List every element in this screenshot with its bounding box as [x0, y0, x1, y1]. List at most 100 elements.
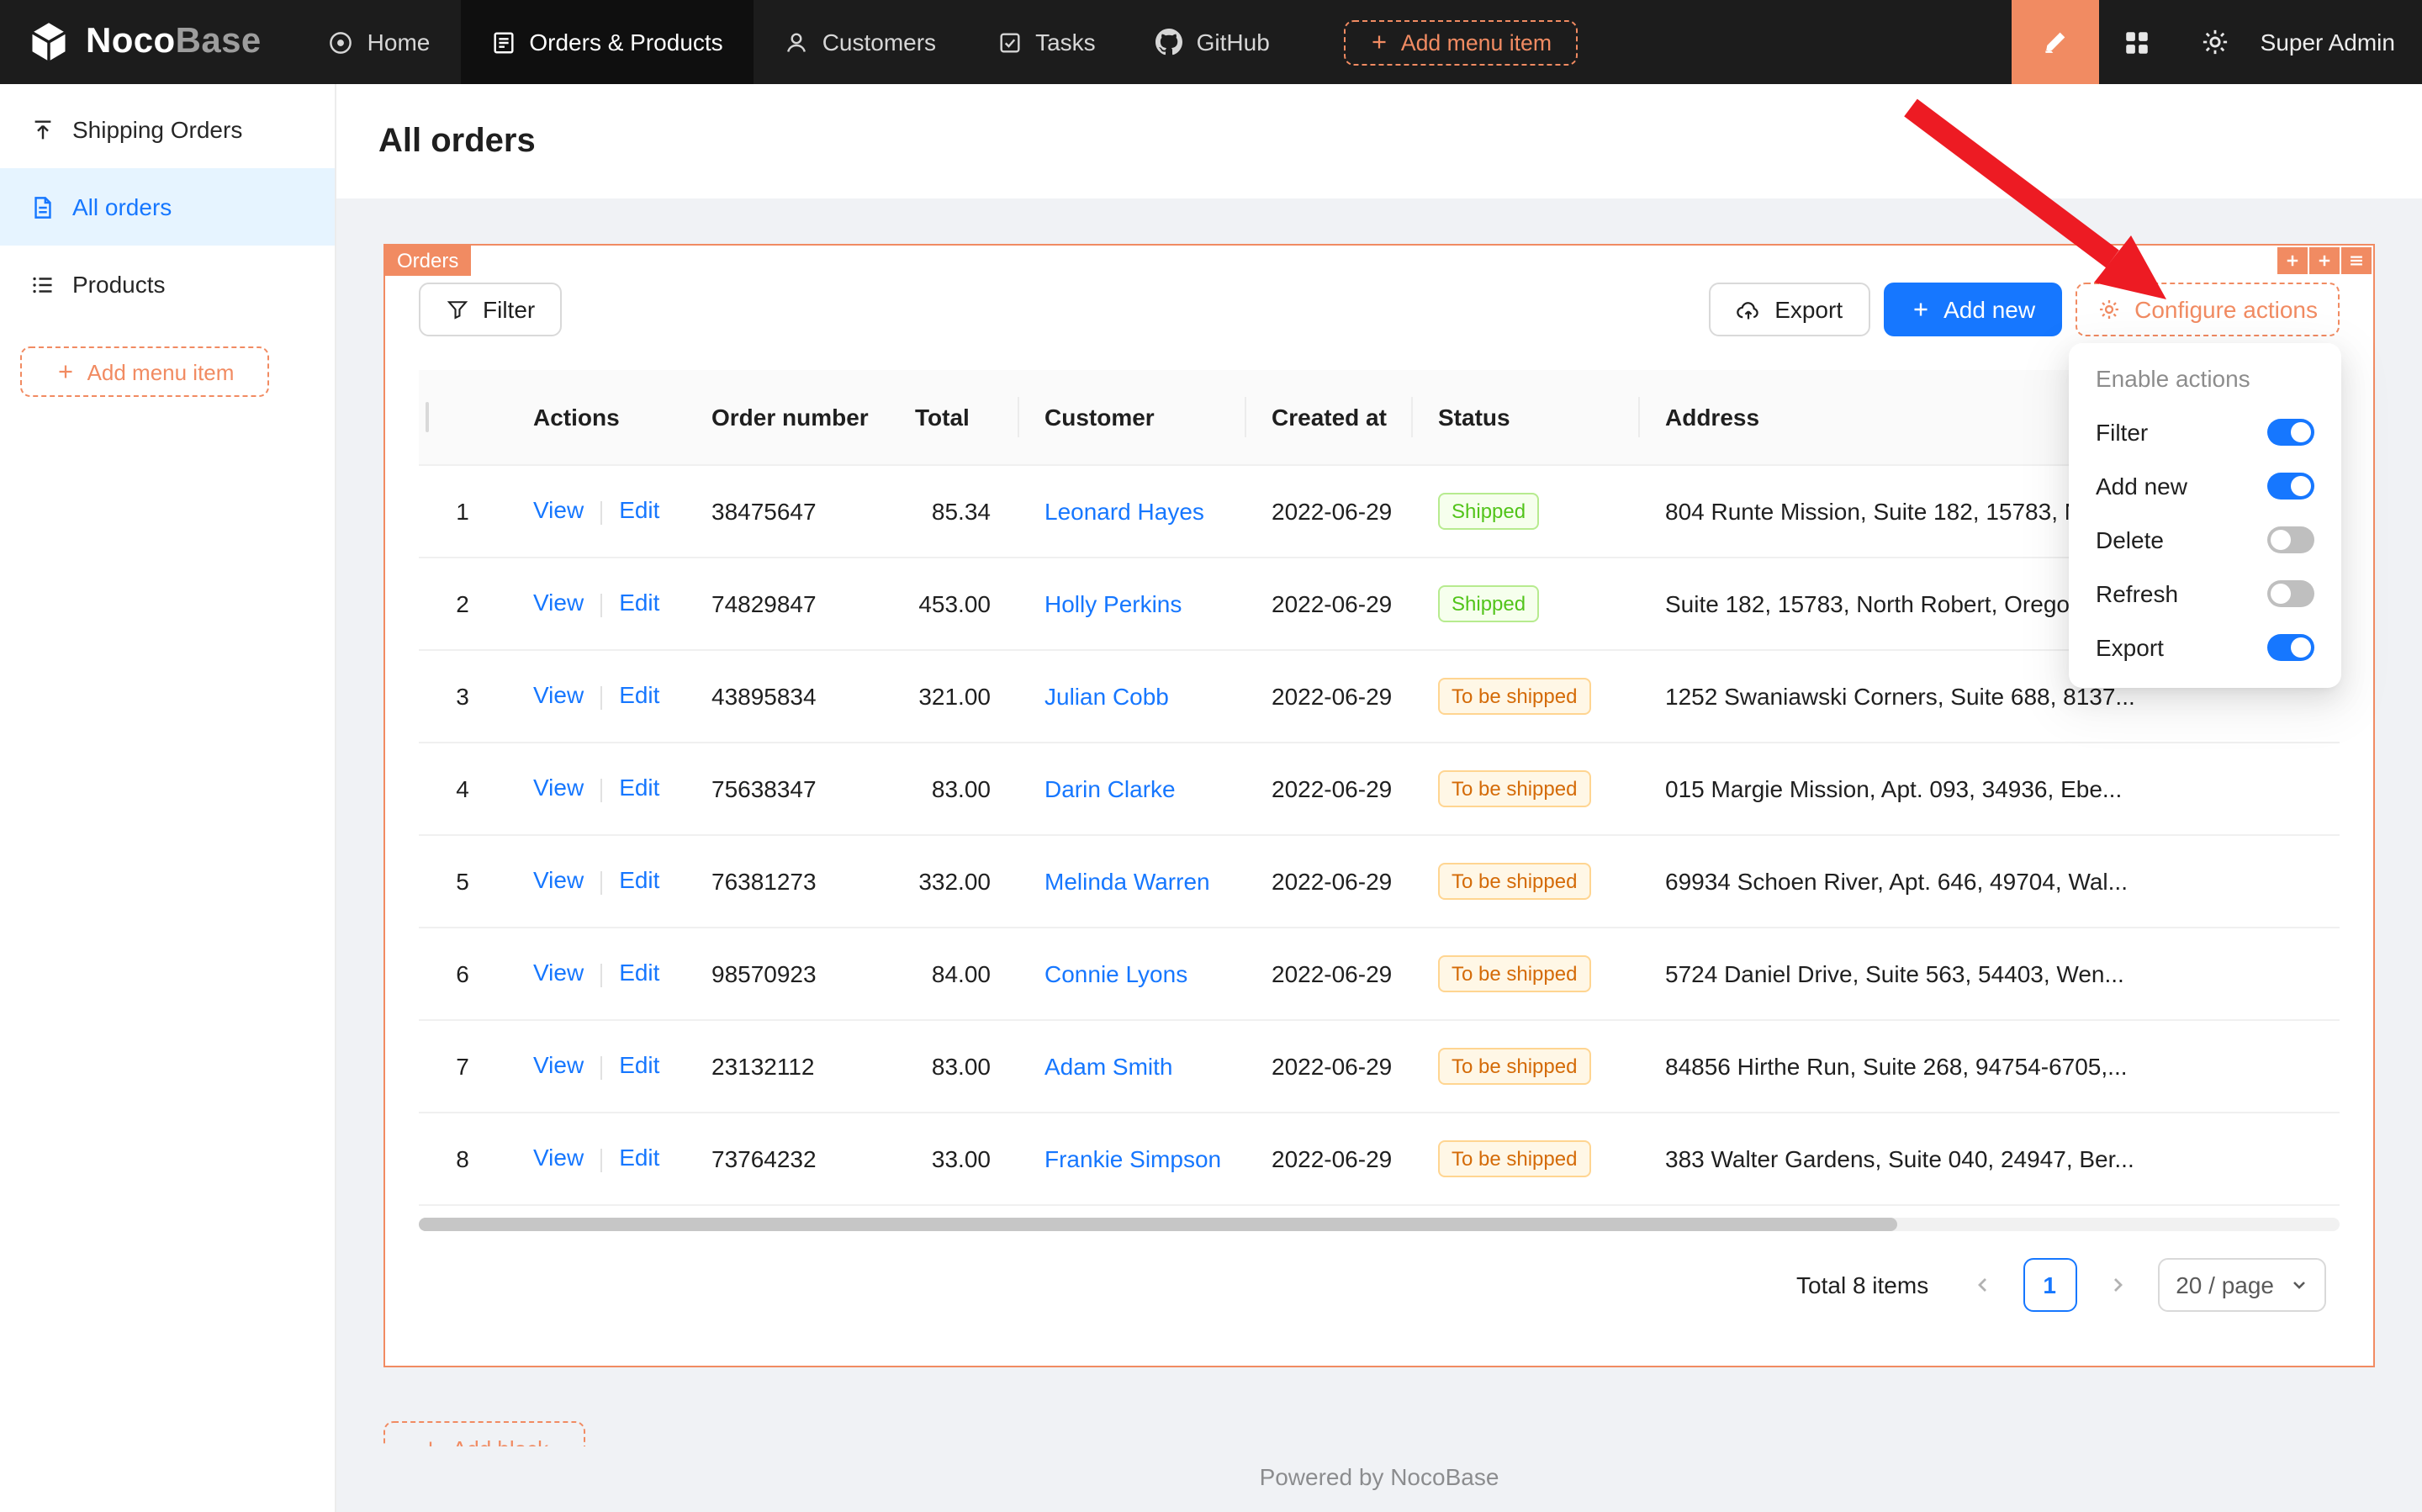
export-toggle[interactable]	[2267, 634, 2314, 661]
nocobase-cube-icon	[27, 20, 71, 64]
delete-toggle[interactable]	[2267, 526, 2314, 553]
nav-item-github[interactable]: GitHub	[1126, 0, 1300, 84]
configure-actions-dropdown: Enable actions Filter Add new Delete Ref…	[2069, 343, 2341, 688]
view-link[interactable]: View	[533, 682, 584, 709]
menu-item-add-new[interactable]: Add new	[2076, 459, 2335, 513]
prev-page-button[interactable]	[1955, 1257, 2009, 1311]
sidebar-add-menu-item-button[interactable]: Add menu item	[20, 346, 269, 397]
arrow-up-icon	[30, 117, 56, 142]
dropdown-group-title: Enable actions	[2076, 357, 2335, 405]
view-link[interactable]: View	[533, 1145, 584, 1171]
row-index: 5	[419, 834, 506, 927]
configure-actions-button[interactable]: Configure actions	[2076, 283, 2340, 336]
row-actions-cell: View Edit	[506, 557, 685, 649]
table-body: 1 ViewEdit 38475647 85.34 Leonard Hayes …	[419, 464, 2340, 1204]
add-new-toggle[interactable]	[2267, 473, 2314, 500]
edit-link[interactable]: Edit	[619, 867, 659, 894]
customer-link[interactable]: Connie Lyons	[1044, 960, 1187, 986]
total-cell: 321.00	[888, 649, 1018, 742]
filter-toggle[interactable]	[2267, 419, 2314, 446]
list-icon	[30, 272, 56, 297]
nav-item-customers[interactable]: Customers	[754, 0, 966, 84]
row-actions-cell: View Edit	[506, 1112, 685, 1204]
plugin-manager-button[interactable]	[2099, 0, 2176, 84]
nav-item-tasks[interactable]: Tasks	[966, 0, 1126, 84]
select-all-checkbox[interactable]	[426, 402, 429, 432]
created-at-cell: 2022-06-29	[1245, 557, 1411, 649]
export-button[interactable]: Export	[1709, 283, 1869, 336]
scrollbar-thumb[interactable]	[419, 1217, 1898, 1230]
next-page-button[interactable]	[2090, 1257, 2144, 1311]
status-badge: Shipped	[1438, 584, 1539, 621]
menu-item-filter[interactable]: Filter	[2076, 405, 2335, 459]
status-badge: To be shipped	[1438, 1047, 1590, 1084]
add-block-above-icon[interactable]	[2277, 247, 2308, 274]
nav-item-orders-products[interactable]: Orders & Products	[460, 0, 753, 84]
add-block-button[interactable]: Add block	[383, 1421, 585, 1446]
customer-link[interactable]: Holly Perkins	[1044, 589, 1182, 616]
sidebar-item-label: All orders	[72, 193, 172, 220]
settings-button[interactable]	[2176, 0, 2254, 84]
sidebar-item-label: Shipping Orders	[72, 116, 242, 143]
customer-link[interactable]: Leonard Hayes	[1044, 497, 1204, 524]
current-user-menu[interactable]: Super Admin	[2254, 29, 2422, 56]
edit-link[interactable]: Edit	[619, 960, 659, 986]
edit-link[interactable]: Edit	[619, 775, 659, 801]
customer-link[interactable]: Melinda Warren	[1044, 867, 1210, 894]
page-number-button[interactable]: 1	[2023, 1257, 2076, 1311]
edit-link[interactable]: Edit	[619, 497, 659, 524]
nav-item-home[interactable]: Home	[299, 0, 461, 84]
orders-table: Actions Order number Total Customer Crea…	[419, 370, 2340, 1205]
customer-cell: Darin Clarke	[1018, 742, 1245, 834]
github-icon	[1156, 29, 1183, 56]
view-link[interactable]: View	[533, 775, 584, 801]
total-cell: 85.34	[888, 464, 1018, 557]
status-badge: To be shipped	[1438, 1139, 1590, 1176]
nocobase-logo[interactable]: NocoBase	[0, 20, 282, 64]
customer-link[interactable]: Frankie Simpson	[1044, 1145, 1221, 1171]
navbar-right-tools: Super Admin	[2012, 0, 2422, 84]
edit-link[interactable]: Edit	[619, 1145, 659, 1171]
status-cell: To be shipped	[1411, 927, 1638, 1019]
menu-item-export[interactable]: Export	[2076, 621, 2335, 674]
view-link[interactable]: View	[533, 589, 584, 616]
horizontal-scrollbar[interactable]	[419, 1217, 2340, 1230]
menu-item-delete[interactable]: Delete	[2076, 513, 2335, 567]
main-area: All orders Orders	[336, 84, 2422, 1512]
sidebar-item-shipping-orders[interactable]: Shipping Orders	[0, 91, 335, 168]
add-new-button[interactable]: Add new	[1883, 283, 2062, 336]
row-index: 7	[419, 1019, 506, 1112]
plus-icon	[56, 362, 76, 382]
view-link[interactable]: View	[533, 960, 584, 986]
action-divider	[600, 963, 602, 986]
refresh-toggle[interactable]	[2267, 580, 2314, 607]
add-block-below-icon[interactable]	[2309, 247, 2340, 274]
customer-link[interactable]: Adam Smith	[1044, 1052, 1173, 1079]
edit-link[interactable]: Edit	[619, 1052, 659, 1079]
add-menu-item-button[interactable]: Add menu item	[1344, 19, 1577, 65]
created-at-cell: 2022-06-29	[1245, 834, 1411, 927]
menu-item-refresh[interactable]: Refresh	[2076, 567, 2335, 621]
page-header: All orders	[336, 84, 2422, 198]
page-size-select[interactable]: 20 / page	[2157, 1257, 2326, 1311]
view-link[interactable]: View	[533, 1052, 584, 1079]
drag-handle-icon[interactable]	[2341, 247, 2372, 274]
add-block-wrapper: Add block	[383, 1421, 585, 1446]
view-link[interactable]: View	[533, 867, 584, 894]
view-link[interactable]: View	[533, 497, 584, 524]
edit-link[interactable]: Edit	[619, 682, 659, 709]
sidebar-item-products[interactable]: Products	[0, 246, 335, 323]
status-badge: To be shipped	[1438, 862, 1590, 899]
table-row: 1 ViewEdit 38475647 85.34 Leonard Hayes …	[419, 464, 2340, 557]
sidebar-item-all-orders[interactable]: All orders	[0, 168, 335, 246]
cloud-upload-icon	[1736, 297, 1761, 322]
gear-icon	[2200, 27, 2230, 57]
column-header-actions: Actions	[506, 370, 685, 464]
edit-link[interactable]: Edit	[619, 589, 659, 616]
filter-button[interactable]: Filter	[419, 283, 562, 336]
customer-link[interactable]: Darin Clarke	[1044, 775, 1176, 801]
customer-link[interactable]: Julian Cobb	[1044, 682, 1169, 709]
ui-editor-button[interactable]	[2012, 0, 2099, 84]
order-number-cell: 98570923	[685, 927, 888, 1019]
table-row: 7 ViewEdit 23132112 83.00 Adam Smith 202…	[419, 1019, 2340, 1112]
